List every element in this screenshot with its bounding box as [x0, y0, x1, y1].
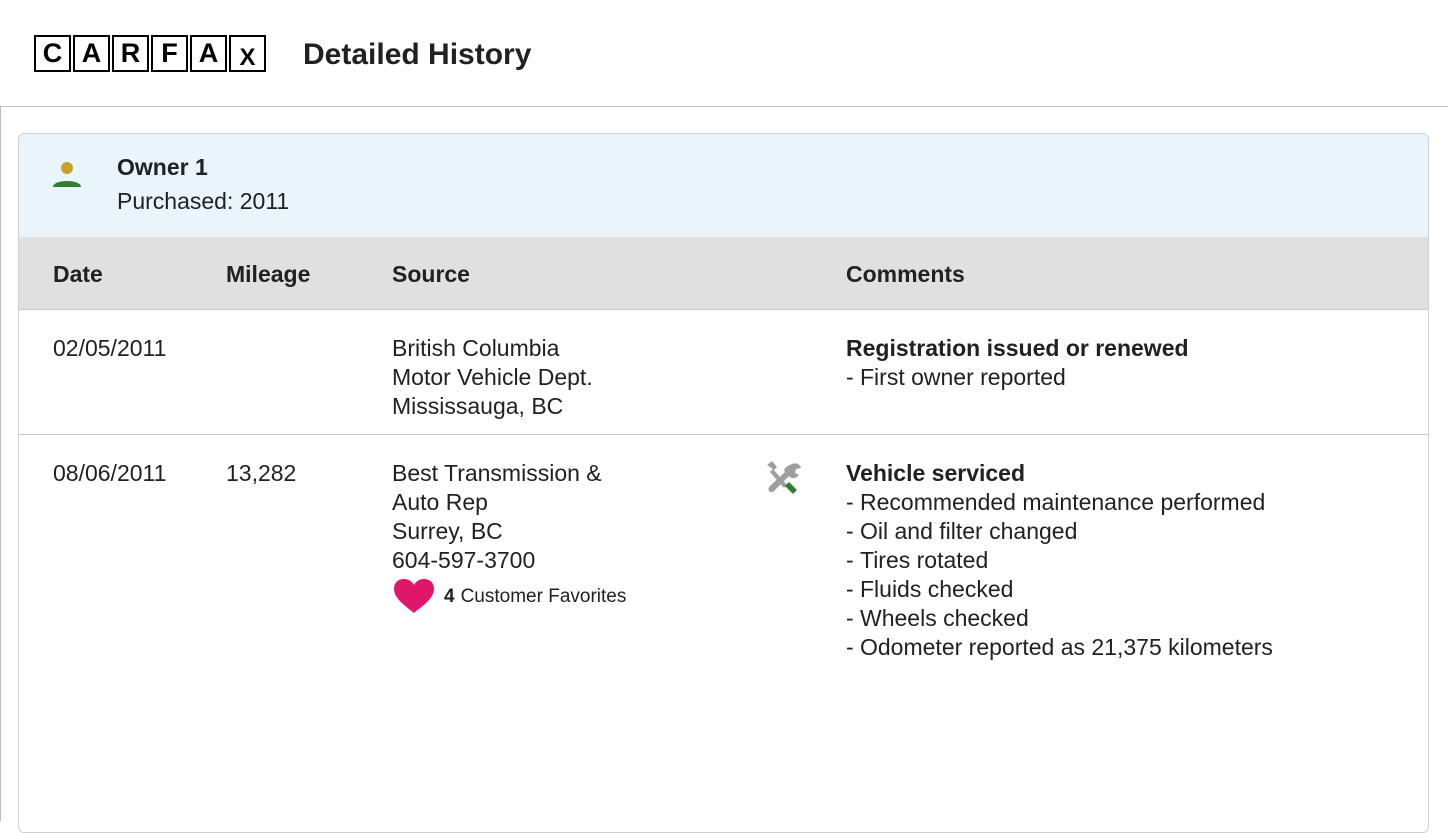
- owner-purchased: Purchased: 2011: [117, 188, 290, 214]
- logo-letter: R: [112, 35, 149, 72]
- comment-item: - Fluids checked: [846, 576, 1014, 602]
- comment-text: Wheels checked: [860, 605, 1029, 631]
- logo-letter: C: [34, 35, 71, 72]
- source-line: 604-597-3700: [392, 547, 536, 573]
- customer-favorites[interactable]: 4 Customer Favorites: [392, 578, 626, 614]
- comment-text: Recommended maintenance performed: [860, 489, 1266, 515]
- comment-item: - Recommended maintenance performed: [846, 489, 1266, 515]
- column-header-source: Source: [392, 261, 470, 287]
- column-header-mileage: Mileage: [226, 261, 311, 287]
- source-line: Mississauga, BC: [392, 393, 564, 419]
- carfax-logo: C A R F A X: [34, 35, 266, 72]
- logo-letter: A: [73, 35, 110, 72]
- comment-text: Fluids checked: [860, 576, 1014, 602]
- record-source: Best Transmission & Auto Rep Surrey, BC …: [392, 459, 626, 614]
- comment-item: - Oil and filter changed: [846, 518, 1078, 544]
- comment-title: Vehicle serviced: [846, 460, 1026, 486]
- comment-text: Oil and filter changed: [860, 518, 1078, 544]
- source-line: British Columbia: [392, 335, 560, 361]
- comment-item: - Odometer reported as 21,375 kilometers: [846, 634, 1273, 660]
- source-line: Auto Rep: [392, 489, 488, 515]
- comment-text: Tires rotated: [860, 547, 989, 573]
- owner-summary: Owner 1 Purchased: 2011: [19, 134, 1428, 238]
- logo-letter: X: [229, 35, 266, 72]
- favorites-label: Customer Favorites: [460, 585, 627, 607]
- comment-title: Registration issued or renewed: [846, 335, 1189, 361]
- owner-history-card: Owner 1 Purchased: 2011 Date Mileage Sou…: [18, 133, 1429, 833]
- logo-letter: F: [151, 35, 188, 72]
- record-mileage: 13,282: [226, 460, 297, 486]
- record-date: 08/06/2011: [53, 460, 167, 486]
- page-title: Detailed History: [303, 38, 532, 71]
- logo-letter: A: [190, 35, 227, 72]
- source-line: Motor Vehicle Dept.: [392, 364, 593, 390]
- comment-text: First owner reported: [860, 364, 1066, 390]
- wrench-screwdriver-icon: [767, 461, 801, 494]
- record-source: British Columbia Motor Vehicle Dept. Mis…: [392, 334, 593, 421]
- column-header-date: Date: [53, 261, 103, 287]
- source-line: Surrey, BC: [392, 518, 503, 544]
- logo-letter-x: X: [239, 44, 256, 71]
- owner-name: Owner 1: [117, 154, 208, 180]
- comment-item: - Tires rotated: [846, 547, 989, 573]
- table-row: 02/05/2011 British Columbia Motor Vehicl…: [19, 310, 1428, 435]
- table-header: Date Mileage Source Comments: [19, 237, 1428, 310]
- person-icon: [53, 162, 81, 187]
- comment-item: - First owner reported: [846, 364, 1066, 390]
- source-line: Best Transmission &: [392, 460, 602, 486]
- record-comments: Registration issued or renewed - First ow…: [846, 334, 1296, 392]
- column-header-comments: Comments: [846, 261, 965, 287]
- favorites-count: 4: [444, 585, 455, 607]
- record-comments: Vehicle serviced - Recommended maintenanc…: [846, 459, 1276, 662]
- heart-icon: [394, 579, 434, 613]
- comment-text: Odometer reported as 21,375 kilometers: [860, 634, 1273, 660]
- comment-item: - Wheels checked: [846, 605, 1029, 631]
- report-header: C A R F A X Detailed History: [0, 0, 1448, 107]
- table-row: 08/06/2011 13,282 Best Transmission & Au…: [19, 435, 1428, 832]
- record-date: 02/05/2011: [53, 335, 167, 361]
